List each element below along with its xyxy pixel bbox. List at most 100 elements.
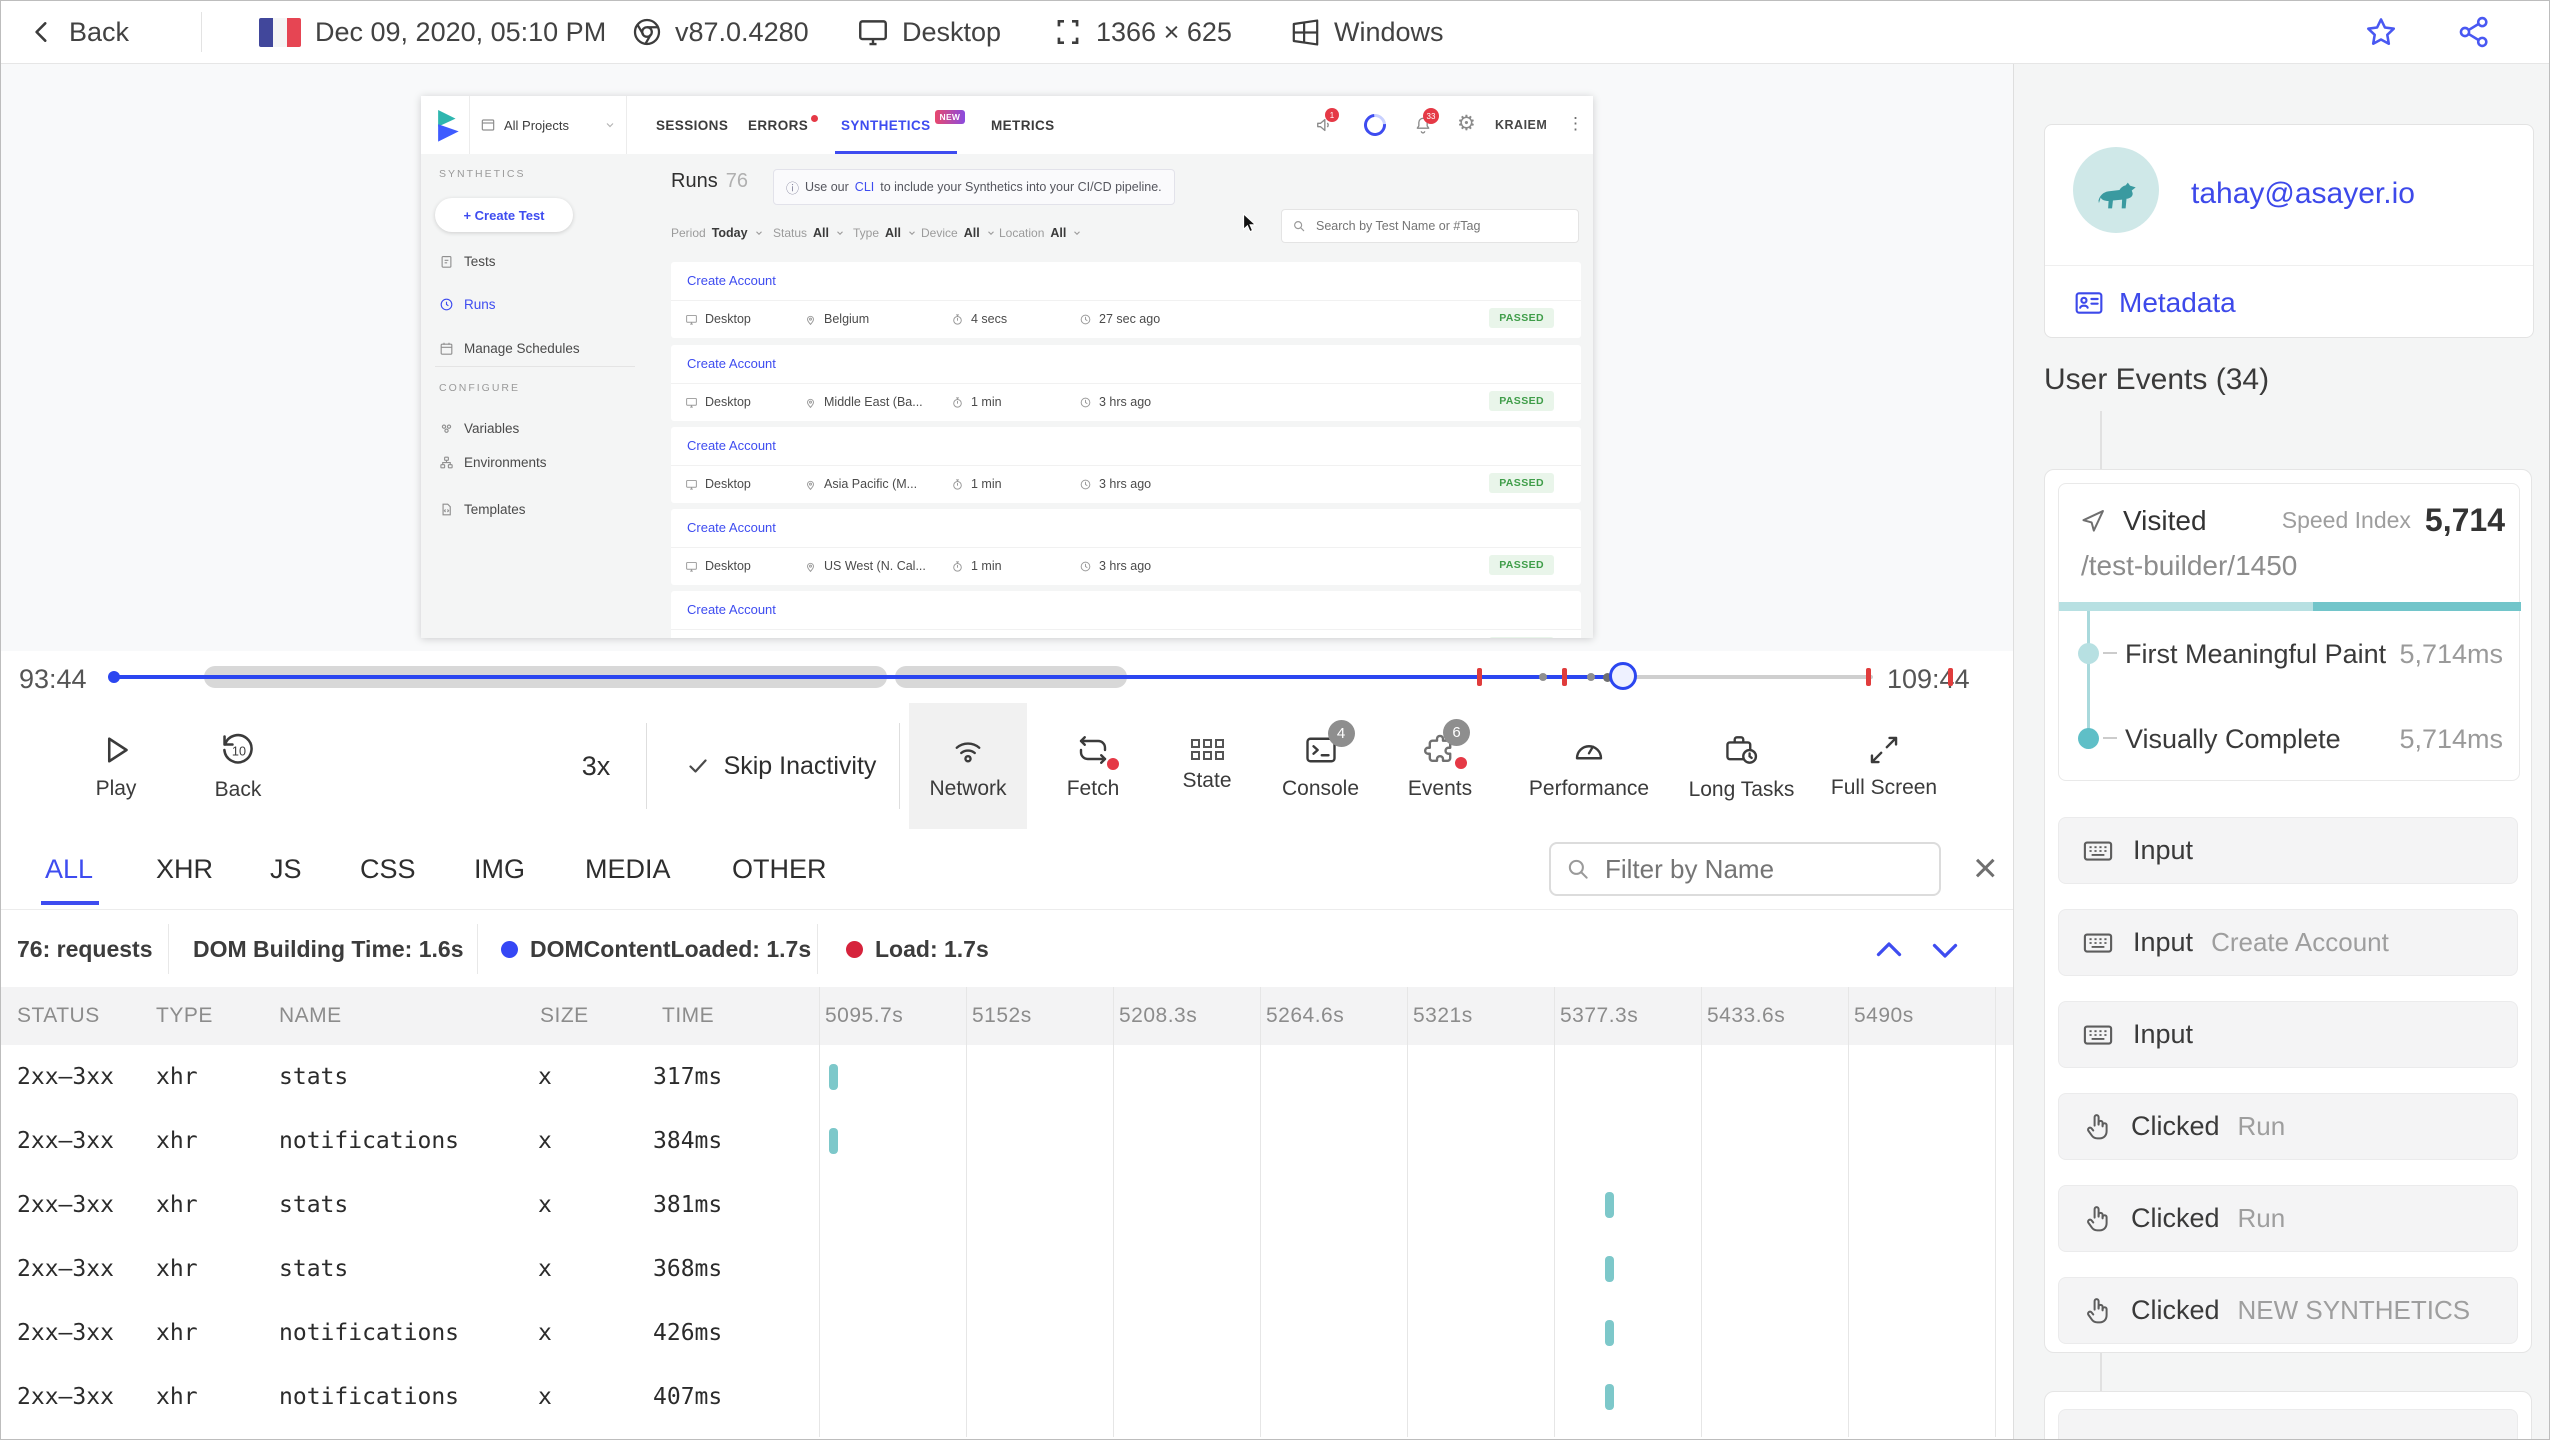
gear-icon: ⚙ (1457, 112, 1476, 135)
state-grid-icon (1190, 739, 1224, 760)
session-date: Dec 09, 2020, 05:10 PM (315, 16, 607, 47)
request-row[interactable]: 2xx–3xx xhr notifications x 384ms (1, 1109, 2013, 1173)
waterfall-tick (1605, 1192, 1614, 1218)
waterfall-tick (1605, 1384, 1614, 1410)
playhead[interactable] (1609, 662, 1637, 690)
chevron-down-icon (754, 228, 764, 238)
tab-media[interactable]: MEDIA (585, 829, 671, 909)
user-events-title: User Events (34) (2044, 363, 2270, 396)
fmp-dot (2078, 643, 2099, 664)
hyena-avatar-icon (2088, 162, 2144, 218)
waterfall-tick (1605, 1320, 1614, 1346)
jump-up-chevron[interactable] (1871, 932, 1907, 968)
event-clicked[interactable]: Clicked Run (2058, 1185, 2518, 1252)
back-button[interactable]: Back (29, 1, 129, 63)
briefcase-clock-icon (1723, 731, 1761, 769)
device-info: Desktop (856, 1, 1001, 63)
kebab-menu-icon: ⋮ (1567, 114, 1584, 133)
asayer-logo-icon (431, 106, 469, 144)
replay-tab-metrics: METRICS (991, 117, 1055, 133)
skip-inactivity-toggle[interactable]: Skip Inactivity (663, 703, 899, 829)
event-clicked[interactable]: Clicked NEW SYNTHETICS (2058, 1277, 2518, 1344)
network-tabs-row: ALL XHR JS CSS IMG MEDIA OTHER × (1, 829, 2013, 909)
close-panel-icon[interactable]: × (1973, 847, 1998, 889)
favorite-button[interactable] (2363, 1, 2399, 63)
fullscreen-icon (1867, 733, 1901, 767)
event-input[interactable]: Input Create Account (2058, 909, 2518, 976)
vc-value: 5,714ms (2399, 724, 2503, 754)
dcl-dot (501, 940, 518, 958)
tab-all[interactable]: ALL (45, 829, 93, 909)
variables-icon (439, 421, 454, 436)
filter-input[interactable] (1603, 852, 1942, 886)
share-icon (2456, 14, 2492, 50)
topbar-divider (201, 12, 202, 52)
fetch-panel-button[interactable]: Fetch (1036, 703, 1150, 829)
fmp-value: 5,714ms (2399, 639, 2503, 669)
timeline-track[interactable] (108, 651, 1873, 703)
timeline-end-time: 109:44 (1887, 664, 1970, 694)
state-panel-button[interactable]: State (1151, 703, 1263, 829)
gauge-icon (1571, 732, 1607, 768)
request-row[interactable]: 2xx–3xx xhr stats x 317ms (1, 1045, 2013, 1109)
tab-xhr[interactable]: XHR (156, 829, 213, 909)
tab-js[interactable]: JS (270, 829, 302, 909)
timeline-start-dot (108, 671, 120, 683)
replay-sidebar-schedules: Manage Schedules (439, 337, 580, 359)
runs-count: 76 (725, 170, 748, 192)
metric-line (2087, 611, 2090, 739)
network-panel-button[interactable]: Network (909, 703, 1027, 829)
navigation-arrow-icon (2079, 507, 2107, 535)
puzzle-icon: 6 (1422, 718, 1470, 769)
long-tasks-panel-button[interactable]: Long Tasks (1669, 703, 1814, 829)
user-email: tahay@asayer.io (2191, 177, 2415, 210)
status-badge: PASSED (1489, 308, 1554, 328)
error-marker (1866, 668, 1871, 686)
event-item-partial[interactable] (2058, 1409, 2518, 1439)
load-dot (846, 940, 863, 958)
bell-icon: 33 (1413, 108, 1439, 135)
jump-down-chevron[interactable] (1927, 932, 1963, 968)
events-panel-button[interactable]: 6 Events (1381, 703, 1499, 829)
filter-box (1549, 842, 1942, 896)
search-icon (1292, 219, 1306, 233)
full-screen-button[interactable]: Full Screen (1814, 703, 1954, 829)
share-button[interactable] (2456, 1, 2492, 63)
rewind-10-icon: 10 (219, 731, 257, 769)
visited-url: /test-builder/1450 (2081, 550, 2298, 581)
calendar-icon (439, 341, 454, 356)
event-input[interactable]: Input (2058, 817, 2518, 884)
back-10-button[interactable]: 10 Back (193, 703, 283, 829)
replay-user-name: KRAIEM (1495, 118, 1548, 132)
request-row[interactable]: 2xx–3xx xhr notifications x 407ms (1, 1365, 2013, 1429)
performance-panel-button[interactable]: Performance (1509, 703, 1669, 829)
replay-search-input (1314, 218, 1568, 234)
request-row[interactable]: 2xx–3xx xhr notifications x 426ms (1, 1301, 2013, 1365)
metadata-button[interactable]: Metadata (2073, 281, 2236, 325)
chevron-down-icon (907, 228, 917, 238)
run-card: Create Account Desktop Belgium 4 secs 27… (671, 262, 1581, 338)
replay-sidebar-runs: Runs (439, 293, 496, 315)
waterfall-tick (829, 1128, 838, 1154)
event-input[interactable]: Input (2058, 1001, 2518, 1068)
tab-css[interactable]: CSS (360, 829, 416, 909)
event-clicked[interactable]: Clicked Run (2058, 1093, 2518, 1160)
speed-toggle[interactable]: 3x (556, 703, 636, 829)
play-button[interactable]: Play (71, 703, 161, 829)
error-marker (1948, 668, 1953, 686)
replay-tab-sessions: SESSIONS (656, 117, 729, 133)
timeline-progress (111, 675, 1623, 679)
request-row[interactable]: 2xx–3xx xhr stats x 368ms (1, 1237, 2013, 1301)
console-panel-button[interactable]: 4 Console (1263, 703, 1378, 829)
search-icon (1565, 856, 1591, 882)
speed-index-value: 5,714 (2424, 502, 2505, 538)
visited-event-card[interactable]: Visited Speed Index 5,714 /test-builder/… (2058, 483, 2521, 781)
star-icon (2363, 14, 2399, 50)
run-card: Create Account Desktop Asia Pacific (M..… (671, 427, 1581, 503)
replay-stage: All Projects SESSIONS ERRORS SYNTHETICS … (1, 63, 2013, 651)
replay-sidebar-configure: CONFIGURE (439, 382, 520, 394)
error-marker (1477, 668, 1482, 686)
tab-other[interactable]: OTHER (732, 829, 827, 909)
tab-img[interactable]: IMG (474, 829, 525, 909)
request-row[interactable]: 2xx–3xx xhr stats x 381ms (1, 1173, 2013, 1237)
